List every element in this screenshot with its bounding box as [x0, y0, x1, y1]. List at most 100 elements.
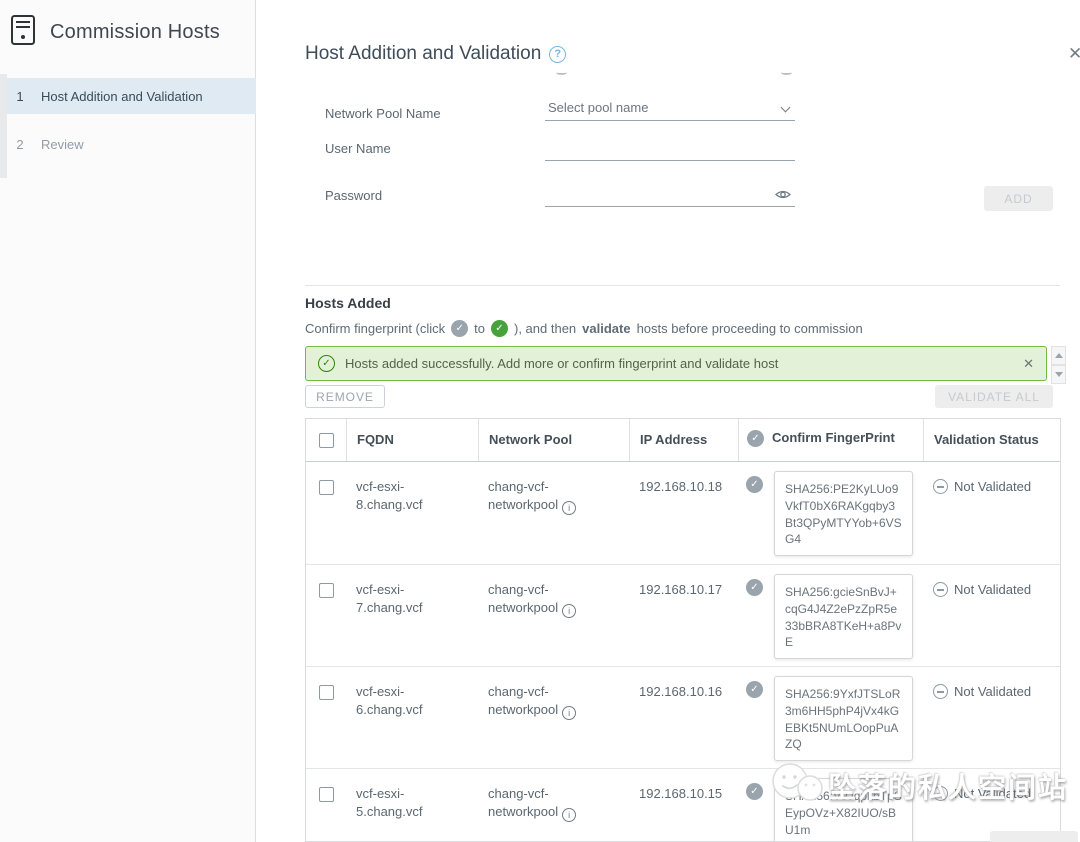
user-name-input[interactable]	[545, 137, 795, 161]
step-host-addition-and-validation[interactable]: 1 Host Addition and Validation	[7, 78, 256, 114]
network-pool-cell: chang-vcf-networkpool i	[478, 667, 629, 768]
step-number: 1	[16, 88, 24, 104]
host-table-row: vcf-esxi-5.chang.vcf chang-vcf-networkpo…	[306, 768, 1060, 841]
info-icon[interactable]: i	[562, 705, 577, 720]
host-table-row: vcf-esxi-7.chang.vcf chang-vcf-networkpo…	[306, 564, 1060, 666]
host-table-row: vcf-esxi-6.chang.vcf chang-vcf-networkpo…	[306, 666, 1060, 768]
network-pool-cell: chang-vcf-networkpool i	[478, 565, 629, 666]
network-pool-cell: chang-vcf-networkpool i	[478, 462, 629, 564]
commission-hosts-wizard: Commission Hosts 1 Host Addition and Val…	[0, 0, 1080, 842]
ip-address-value: 192.168.10.17	[639, 582, 723, 597]
steps-rail	[0, 74, 7, 178]
network-pool-selected-value: Select pool name	[548, 100, 649, 115]
header-network-pool: Network Pool	[478, 419, 629, 461]
row-checkbox[interactable]	[318, 480, 334, 495]
info-icon[interactable]: i	[562, 807, 577, 822]
scroll-up-button[interactable]	[1051, 346, 1066, 365]
step-label: Review	[41, 136, 84, 152]
ip-address-value: 192.168.10.15	[639, 786, 723, 801]
confirm-all-fingerprint-icon[interactable]: ✓	[747, 430, 764, 447]
validate-all-button[interactable]: VALIDATE ALL	[935, 385, 1053, 408]
confirm-fingerprint-icon[interactable]: ✓	[746, 783, 763, 800]
remove-button[interactable]: REMOVE	[305, 385, 385, 408]
fqdn-value: vcf-esxi-8.chang.vcf	[356, 479, 423, 512]
ip-address-cell: 192.168.10.15	[629, 769, 738, 841]
add-button[interactable]: ADD	[984, 186, 1053, 211]
row-checkbox[interactable]	[318, 685, 334, 700]
header-confirm-fingerprint: ✓ Confirm FingerPrint	[738, 419, 923, 461]
ip-address-value: 192.168.10.18	[639, 479, 723, 494]
network-pool-value: chang-vcf-networkpool	[488, 786, 559, 819]
confirm-fingerprint-icon[interactable]: ✓	[746, 681, 763, 698]
not-validated-icon	[933, 582, 948, 597]
row-checkbox[interactable]	[318, 787, 334, 802]
password-input[interactable]	[545, 183, 795, 207]
page-title: Host Addition and Validation	[305, 43, 542, 64]
validation-status-cell: Not Validated	[923, 667, 1060, 768]
instruction-text: ), and then	[514, 321, 577, 336]
row-checkbox[interactable]	[318, 583, 334, 598]
fqdn-value: vcf-esxi-7.chang.vcf	[356, 582, 423, 615]
fingerprint-cell: ✓ SHA256:V9JqpkbTpSEypOVz+X82IUO/sBU1m	[738, 769, 923, 841]
network-pool-value: chang-vcf-networkpool	[488, 479, 559, 512]
fingerprint-value: SHA256:9YxfJTSLoR3m6HH5phP4jVx4kGEBKt5NU…	[774, 676, 913, 761]
help-icon[interactable]: ?	[549, 45, 567, 63]
header-validation-status: Validation Status	[923, 419, 1060, 461]
validation-status-value: Not Validated	[954, 786, 1032, 801]
fingerprint-value: SHA256:gcieSnBvJ+cqG4J4Z2ePzZpR5e33bBRA8…	[774, 574, 913, 659]
instruction-text: Confirm fingerprint (click	[305, 321, 446, 336]
section-divider	[305, 285, 1060, 286]
ip-address-cell: 192.168.10.18	[629, 462, 738, 564]
fqdn-cell: vcf-esxi-6.chang.vcf	[346, 667, 478, 768]
network-pool-cell: chang-vcf-networkpool i	[478, 769, 629, 841]
scroll-cut-field-artifact	[781, 70, 792, 75]
network-pool-label: Network Pool Name	[325, 106, 441, 121]
network-pool-select[interactable]: Select pool name	[545, 97, 795, 121]
step-number: 2	[16, 136, 24, 152]
confirm-fingerprint-icon[interactable]: ✓	[746, 579, 763, 596]
green-check-icon: ✓	[491, 320, 508, 337]
step-label: Host Addition and Validation	[41, 88, 203, 104]
chevron-down-icon	[780, 102, 791, 113]
info-icon[interactable]: i	[562, 603, 577, 618]
row-select-cell	[306, 667, 346, 768]
fingerprint-cell: ✓ SHA256:PE2KyLUo9VkfT0bX6RAKgqby3Bt3QPy…	[738, 462, 923, 564]
alert-close-icon[interactable]: ✕	[1023, 356, 1034, 372]
validation-status-value: Not Validated	[954, 684, 1032, 699]
success-check-icon: ✓	[318, 355, 335, 372]
header-fqdn: FQDN	[346, 419, 478, 461]
not-validated-icon	[933, 786, 948, 801]
fingerprint-instruction: Confirm fingerprint (click ✓ to ✓ ), and…	[305, 320, 863, 337]
select-all-checkbox[interactable]	[318, 433, 334, 448]
not-validated-icon	[933, 479, 948, 494]
table-body: vcf-esxi-8.chang.vcf chang-vcf-networkpo…	[306, 462, 1060, 841]
validation-status-cell: Not Validated	[923, 462, 1060, 564]
step-review[interactable]: 2 Review	[7, 126, 256, 162]
info-icon[interactable]: i	[562, 500, 577, 515]
scroll-cut-field-artifact	[556, 70, 567, 75]
header-ip-address: IP Address	[629, 419, 738, 461]
network-pool-value: chang-vcf-networkpool	[488, 684, 559, 717]
password-label: Password	[325, 188, 383, 203]
instruction-text: to	[474, 321, 485, 336]
instruction-text: hosts before proceeding to commission	[636, 321, 863, 336]
fqdn-value: vcf-esxi-6.chang.vcf	[356, 684, 423, 717]
host-table-row: vcf-esxi-8.chang.vcf chang-vcf-networkpo…	[306, 462, 1060, 564]
ip-address-cell: 192.168.10.16	[629, 667, 738, 768]
select-all-cell	[306, 419, 346, 461]
instruction-text-bold: validate	[582, 321, 631, 336]
row-select-cell	[306, 565, 346, 666]
next-button[interactable]	[990, 831, 1078, 842]
gray-check-icon: ✓	[451, 320, 469, 337]
success-alert: ✓ Hosts added successfully. Add more or …	[305, 346, 1047, 381]
user-name-label: User Name	[325, 141, 391, 156]
fqdn-cell: vcf-esxi-5.chang.vcf	[346, 769, 478, 841]
confirm-fingerprint-icon[interactable]: ✓	[746, 476, 763, 493]
page-title-row: Host Addition and Validation ?	[305, 43, 567, 65]
triangle-up-icon	[1054, 353, 1063, 358]
validation-status-value: Not Validated	[954, 582, 1032, 597]
show-password-eye-icon[interactable]	[775, 188, 791, 204]
close-icon[interactable]: ✕	[1068, 44, 1080, 64]
table-header-row: FQDN Network Pool IP Address ✓ Confirm F…	[306, 419, 1060, 462]
scroll-down-button[interactable]	[1051, 365, 1066, 384]
